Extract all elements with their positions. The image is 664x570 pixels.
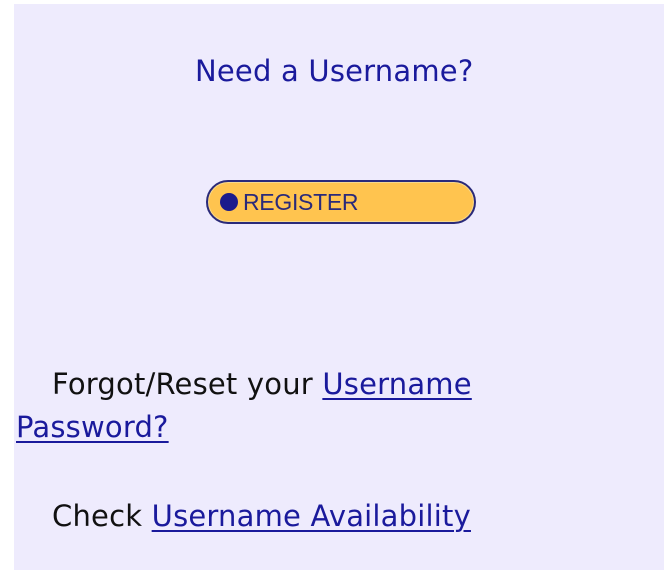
- forgot-reset-text: Forgot/Reset your: [52, 367, 313, 401]
- register-button-label: REGISTER: [243, 188, 359, 215]
- username-availability-link[interactable]: Username Availability: [152, 499, 471, 533]
- login-help-panel: Need a Username? REGISTER Forgot/Reset y…: [14, 4, 664, 570]
- need-username-heading: Need a Username?: [195, 54, 474, 88]
- check-availability-line: Check Username Availability: [52, 499, 471, 533]
- check-text: Check: [52, 499, 143, 533]
- register-button[interactable]: REGISTER: [206, 180, 476, 224]
- username-password-link-continued[interactable]: Password?: [16, 410, 169, 444]
- forgot-reset-line: Forgot/Reset your Username: [52, 367, 472, 401]
- bullet-dot-icon: [220, 193, 238, 211]
- username-password-link[interactable]: Username: [322, 367, 471, 401]
- forgot-reset-line-continued: Password?: [16, 410, 169, 444]
